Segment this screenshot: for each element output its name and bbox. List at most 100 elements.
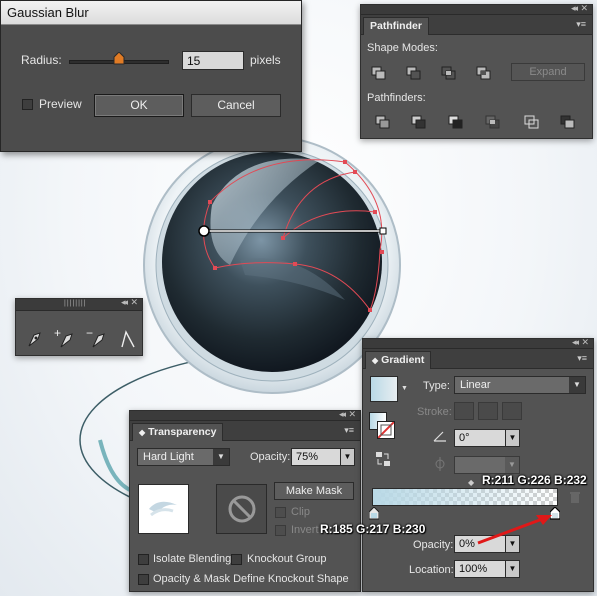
gradient-annotator-origin[interactable] [198, 225, 210, 237]
dialog-title: Gaussian Blur [7, 5, 89, 20]
chevron-down-icon: ▼ [213, 449, 229, 465]
blend-mode-dropdown[interactable]: Hard Light ▼ [137, 448, 230, 466]
opacity-combo[interactable]: 75% ▼ [291, 448, 355, 466]
panel-menu-icon[interactable]: ▾≡ [344, 425, 354, 436]
location-combo[interactable]: 100% ▼ [454, 560, 520, 578]
gradient-stop-left[interactable] [368, 506, 380, 520]
convert-anchor-point-icon[interactable] [119, 329, 137, 349]
expand-button: Expand [511, 63, 585, 81]
radius-slider-thumb[interactable] [113, 51, 125, 65]
tab-pathfinder[interactable]: Pathfinder [363, 17, 429, 35]
tab-label: Gradient [381, 354, 425, 366]
angle-icon [433, 430, 447, 442]
stroke-within-icon [454, 402, 474, 420]
chevron-down-icon: ▼ [505, 429, 520, 447]
angle-value: 0° [459, 432, 470, 444]
cancel-button[interactable]: Cancel [191, 94, 281, 117]
chevron-down-icon: ▼ [505, 560, 520, 578]
gaussian-blur-dialog: Gaussian Blur Radius: 15 pixels Preview … [0, 0, 302, 152]
pen-tool-icon[interactable] [26, 329, 46, 349]
divide-icon[interactable] [375, 115, 391, 129]
stroke-none-swatch[interactable] [377, 421, 395, 439]
gradient-panel: ◂◂ ✕ ◆ Gradient ▾≡ ▼ Type: Linear ▼ Stroke… [362, 337, 594, 592]
delete-anchor-point-icon[interactable]: − [86, 326, 110, 349]
no-mask-icon [228, 495, 256, 523]
tab-label: Transparency [148, 426, 217, 438]
radius-value: 15 [187, 54, 201, 68]
svg-text:−: − [86, 327, 93, 340]
blend-mode-value: Hard Light [143, 451, 194, 463]
minus-back-icon[interactable] [560, 115, 576, 129]
right-stop-rgb-annotation: R:211 G:226 B:232 [482, 473, 587, 487]
transparency-panel: ◂◂ ✕ ◆ Transparency ▾≡ Hard Light ▼ Opacit… [129, 409, 361, 592]
tab-transparency[interactable]: ◆ Transparency [132, 423, 224, 441]
stroke-gradient-options [454, 402, 524, 420]
outline-icon[interactable] [524, 115, 540, 129]
clip-checkbox [275, 507, 286, 518]
expand-label: Expand [529, 66, 567, 78]
minus-front-icon[interactable] [406, 66, 422, 80]
crop-icon[interactable] [485, 115, 501, 129]
delete-stop-icon [569, 491, 581, 504]
aspect-ratio-combo: ▼ [454, 456, 520, 474]
stroke-label: Stroke: [417, 406, 452, 418]
aspect-ratio-icon [433, 457, 447, 471]
location-label: Location: [409, 564, 454, 576]
merge-icon[interactable] [448, 115, 464, 129]
stroke-across-icon [502, 402, 522, 420]
reverse-gradient-icon[interactable] [375, 451, 391, 467]
chevron-down-icon[interactable]: ▼ [401, 385, 408, 392]
make-mask-button[interactable]: Make Mask [274, 482, 354, 500]
panel-grip[interactable]: ◂◂ ✕ [361, 3, 592, 15]
object-thumbnail[interactable] [138, 484, 189, 534]
midpoint-diamond-icon[interactable]: ◆ [468, 478, 474, 487]
opacity-mask-knockout-label: Opacity & Mask Define Knockout Shape [153, 573, 349, 585]
svg-text:+: + [54, 327, 61, 340]
exclude-icon[interactable] [476, 66, 492, 80]
invert-mask-checkbox [275, 525, 286, 536]
isolate-blending-label: Isolate Blending [153, 553, 232, 565]
angle-combo[interactable]: 0° ▼ [454, 429, 520, 447]
preview-label: Preview [39, 97, 82, 111]
red-arrow-icon [477, 515, 552, 545]
shape-modes-label: Shape Modes: [367, 42, 438, 54]
clip-label: Clip [291, 506, 310, 518]
opacity-mask-knockout-checkbox[interactable] [138, 574, 149, 585]
collapse-icon: ◆ [139, 428, 146, 437]
knockout-group-checkbox[interactable] [231, 554, 242, 565]
location-value: 100% [459, 563, 488, 575]
stroke-along-icon [478, 402, 498, 420]
chevron-down-icon: ▼ [505, 457, 519, 473]
panel-grip[interactable]: ◂◂ ✕ [363, 337, 593, 349]
radius-label: Radius: [21, 53, 62, 67]
add-anchor-point-icon[interactable]: + [54, 326, 78, 349]
isolate-blending-checkbox[interactable] [138, 554, 149, 565]
gradient-preview-swatch[interactable] [370, 376, 398, 402]
chevron-down-icon: ▼ [340, 448, 355, 466]
unite-icon[interactable] [371, 66, 387, 80]
panel-menu-icon[interactable]: ▾≡ [576, 19, 586, 30]
knockout-group-label: Knockout Group [247, 553, 327, 565]
opacity-label: Opacity: [250, 451, 291, 463]
pen-tools-panel: |||||||| ◂◂ ✕ + − [15, 297, 143, 356]
trim-icon[interactable] [411, 115, 427, 129]
left-stop-rgb-annotation: R:185 G:217 B:230 [320, 522, 426, 536]
dialog-title-bar[interactable]: Gaussian Blur [1, 1, 301, 25]
tab-gradient[interactable]: ◆ Gradient [365, 351, 432, 369]
panel-menu-icon[interactable]: ▾≡ [577, 353, 587, 364]
stop-opacity-label: Opacity: [413, 539, 454, 551]
intersect-icon[interactable] [441, 66, 457, 80]
gradient-annotator-end[interactable] [379, 227, 387, 235]
pathfinders-label: Pathfinders: [367, 92, 426, 104]
panel-grip[interactable]: |||||||| ◂◂ ✕ [16, 297, 142, 311]
opacity-value: 75% [296, 451, 319, 463]
collapse-icon: ◆ [372, 356, 379, 365]
mask-thumbnail[interactable] [216, 484, 267, 534]
preview-checkbox[interactable] [22, 99, 33, 110]
gradient-type-dropdown[interactable]: Linear ▼ [454, 376, 586, 394]
radius-input[interactable]: 15 [182, 51, 244, 70]
ok-button[interactable]: OK [94, 94, 184, 117]
gradient-slider[interactable] [372, 488, 558, 506]
panel-grip[interactable]: ◂◂ ✕ [130, 409, 360, 421]
radius-unit: pixels [250, 53, 281, 67]
